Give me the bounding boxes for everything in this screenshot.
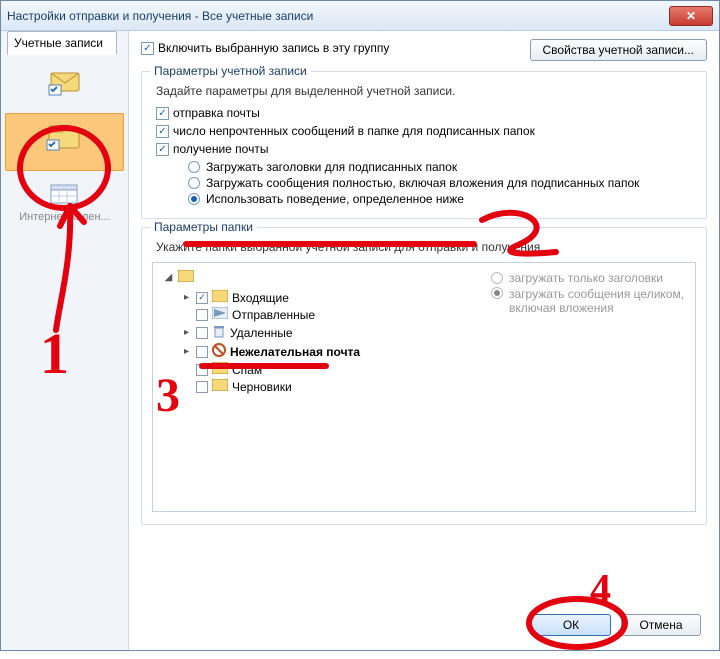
checkbox-icon[interactable] xyxy=(196,381,208,393)
folder-icon xyxy=(212,290,228,305)
checkbox-icon[interactable] xyxy=(196,327,208,339)
window-title: Настройки отправки и получения - Все уче… xyxy=(7,9,669,23)
folder-download-options: загружать только заголовки загружать соо… xyxy=(479,269,689,505)
radio-icon xyxy=(188,193,200,205)
close-icon: ✕ xyxy=(686,9,696,23)
radio-headers[interactable]: Загружать заголовки для подписанных папо… xyxy=(188,160,696,174)
mail-folder-icon xyxy=(43,122,87,154)
spacer xyxy=(181,309,192,320)
tree-item-label: Черновики xyxy=(232,380,292,394)
folder-tree[interactable]: ◢ ▸ ✓ Входящи xyxy=(159,269,479,505)
account-params-helper: Задайте параметры для выделенной учетной… xyxy=(156,84,696,98)
tree-item-label: Входящие xyxy=(232,291,289,305)
checkbox-icon: ✓ xyxy=(156,125,169,138)
ok-button[interactable]: ОК xyxy=(531,614,611,636)
tree-item-sent[interactable]: Отправленные xyxy=(181,306,479,323)
radio-full-label: Загружать сообщения полностью, включая в… xyxy=(206,176,639,190)
receive-mail-checkbox[interactable]: ✓ получение почты xyxy=(156,142,696,156)
expander-icon[interactable]: ▸ xyxy=(181,292,192,303)
top-row: ✓ Включить выбранную запись в эту группу… xyxy=(141,39,707,61)
tree-item-drafts[interactable]: Черновики xyxy=(181,378,479,395)
accounts-tab[interactable]: Учетные записи xyxy=(7,31,117,55)
checkbox-icon: ✓ xyxy=(156,107,169,120)
unread-count-label: число непрочтенных сообщений в папке для… xyxy=(173,124,535,138)
opt-full-label: загружать сообщения целиком, включая вло… xyxy=(509,287,684,315)
checkbox-icon: ✓ xyxy=(156,143,169,156)
tree-item-label: Нежелательная почта xyxy=(230,345,360,359)
account-properties-button[interactable]: Свойства учетной записи... xyxy=(530,39,707,61)
account-item-3-label: Интернет-кален... xyxy=(5,211,124,223)
expander-icon[interactable]: ◢ xyxy=(163,272,174,283)
tree-item-deleted[interactable]: ▸ Удаленные xyxy=(181,323,479,342)
tree-item-label: Удаленные xyxy=(230,326,293,340)
folder-icon xyxy=(212,362,228,377)
folder-params-title: Параметры папки xyxy=(150,220,257,234)
folder-params-helper: Укажите папки выбранной учетной записи д… xyxy=(156,240,696,254)
radio-icon xyxy=(491,287,503,299)
account-item-1[interactable] xyxy=(1,61,128,113)
unread-count-checkbox[interactable]: ✓ число непрочтенных сообщений в папке д… xyxy=(156,124,696,138)
account-item-2[interactable] xyxy=(5,113,124,171)
checkbox-icon[interactable] xyxy=(196,346,208,358)
checkbox-icon[interactable]: ✓ xyxy=(196,292,208,304)
dialog-footer: ОК Отмена xyxy=(531,614,701,636)
tree-item-spam[interactable]: Спам xyxy=(181,361,479,378)
include-checkbox-row[interactable]: ✓ Включить выбранную запись в эту группу xyxy=(141,41,389,55)
junk-icon xyxy=(212,343,226,360)
expander-icon[interactable]: ▸ xyxy=(181,327,192,338)
radio-icon xyxy=(188,161,200,173)
close-button[interactable]: ✕ xyxy=(669,6,713,26)
sent-icon xyxy=(212,307,228,322)
checkbox-icon[interactable] xyxy=(196,364,208,376)
account-params-group: Параметры учетной записи Задайте парамет… xyxy=(141,71,707,219)
radio-custom-label: Использовать поведение, определенное ниж… xyxy=(206,192,464,206)
dialog-body: Учетные записи xyxy=(1,31,719,650)
folder-icon xyxy=(212,379,228,394)
receive-mail-label: получение почты xyxy=(173,142,268,156)
opt-headers-label: загружать только заголовки xyxy=(509,271,663,285)
dialog-window: Настройки отправки и получения - Все уче… xyxy=(0,0,720,651)
send-mail-checkbox[interactable]: ✓ отправка почты xyxy=(156,106,696,120)
spacer xyxy=(181,364,192,375)
content-pane: ✓ Включить выбранную запись в эту группу… xyxy=(129,31,719,650)
opt-headers-only: загружать только заголовки xyxy=(491,271,689,285)
radio-icon xyxy=(188,177,200,189)
account-params-title: Параметры учетной записи xyxy=(150,64,311,78)
opt-full-line2: включая вложения xyxy=(509,301,614,315)
trash-icon xyxy=(212,324,226,341)
send-mail-label: отправка почты xyxy=(173,106,260,120)
tree-item-label: Спам xyxy=(232,363,262,377)
tree-root[interactable]: ◢ ▸ ✓ Входящи xyxy=(163,269,479,396)
checkbox-icon[interactable] xyxy=(196,309,208,321)
cancel-button[interactable]: Отмена xyxy=(621,614,701,636)
folder-tree-box: ◢ ▸ ✓ Входящи xyxy=(152,262,696,512)
spacer xyxy=(181,381,192,392)
accounts-sidebar: Учетные записи xyxy=(1,31,129,650)
opt-full-messages: загружать сообщения целиком, включая вло… xyxy=(491,287,689,315)
calendar-icon xyxy=(47,179,83,207)
account-item-3[interactable]: Интернет-кален... xyxy=(1,171,128,235)
radio-full[interactable]: Загружать сообщения полностью, включая в… xyxy=(188,176,696,190)
radio-icon xyxy=(491,272,503,284)
expander-icon[interactable]: ▸ xyxy=(181,346,192,357)
folder-icon xyxy=(178,270,194,285)
opt-full-line1: загружать сообщения целиком, xyxy=(509,287,684,301)
titlebar: Настройки отправки и получения - Все уче… xyxy=(1,1,719,31)
folder-params-group: Параметры папки Укажите папки выбранной … xyxy=(141,227,707,525)
radio-custom[interactable]: Использовать поведение, определенное ниж… xyxy=(188,192,696,206)
mail-account-icon xyxy=(45,69,85,97)
tree-item-label: Отправленные xyxy=(232,308,315,322)
include-label: Включить выбранную запись в эту группу xyxy=(158,41,389,55)
tree-item-inbox[interactable]: ▸ ✓ Входящие xyxy=(181,289,479,306)
tree-item-junk[interactable]: ▸ Нежелательная почта xyxy=(181,342,479,361)
radio-headers-label: Загружать заголовки для подписанных папо… xyxy=(206,160,457,174)
checkbox-icon: ✓ xyxy=(141,42,154,55)
